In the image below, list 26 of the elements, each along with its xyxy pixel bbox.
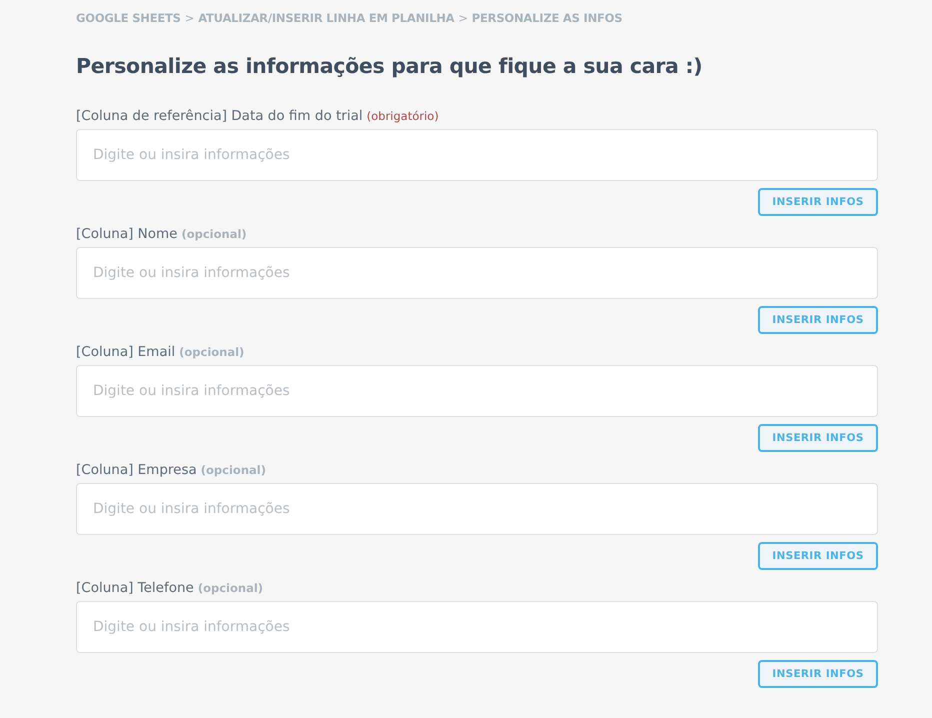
field-label: [Coluna de referência] Data do fim do trial [76,108,363,124]
insert-button[interactable]: INSERIR INFOS [758,188,878,216]
optional-tag: (opcional) [181,227,247,241]
breadcrumb-separator: > [458,11,468,25]
breadcrumb-separator: > [184,11,194,25]
optional-tag: (opcional) [198,581,264,595]
field-label: [Coluna] Empresa [76,462,197,478]
optional-tag: (opcional) [200,463,266,477]
insert-button[interactable]: INSERIR INFOS [758,542,878,570]
insert-button[interactable]: INSERIR INFOS [758,306,878,334]
breadcrumb-item[interactable]: ATUALIZAR/INSERIR LINHA EM PLANILHA [198,11,454,25]
breadcrumb-item: PERSONALIZE AS INFOS [472,11,622,25]
field-label: [Coluna] Email [76,344,176,360]
page-title: Personalize as informações para que fique a sua cara :) [76,54,704,78]
required-tag: (obrigatório) [366,109,439,123]
input-field[interactable]: Digite ou insira informações [76,129,878,181]
breadcrumb-item[interactable]: GOOGLE SHEETS [76,11,181,25]
input-field[interactable]: Digite ou insira informações [76,483,878,535]
input-field[interactable]: Digite ou insira informações [76,247,878,299]
field-label: [Coluna] Nome [76,226,178,242]
field-label: [Coluna] Telefone [76,580,194,596]
insert-button[interactable]: INSERIR INFOS [758,424,878,452]
optional-tag: (opcional) [179,345,244,359]
input-field[interactable]: Digite ou insira informações [76,601,878,653]
insert-button[interactable]: INSERIR INFOS [758,660,878,688]
input-field[interactable]: Digite ou insira informações [76,365,878,417]
